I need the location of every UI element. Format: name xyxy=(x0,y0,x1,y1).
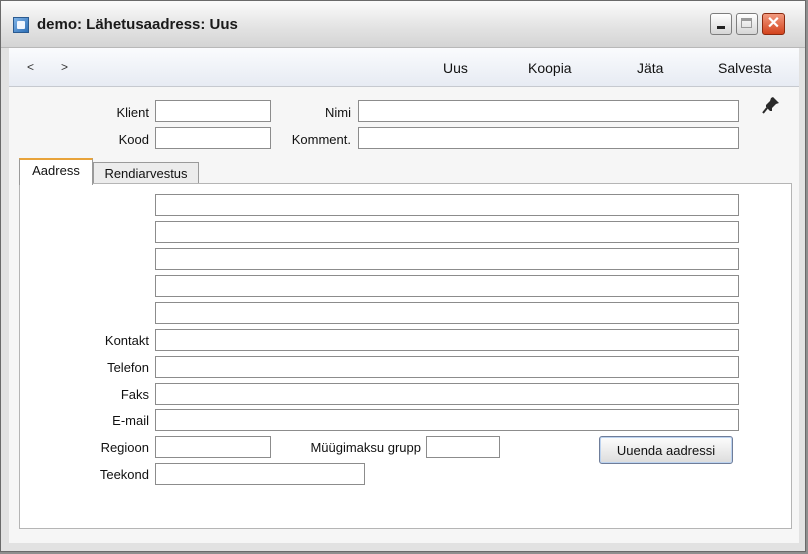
code-input[interactable] xyxy=(155,127,271,149)
client-input[interactable] xyxy=(155,100,271,122)
region-input[interactable] xyxy=(155,436,271,458)
fax-label: Faks xyxy=(120,387,149,402)
region-label: Regioon xyxy=(100,440,149,455)
comment-label: Komment. xyxy=(291,132,351,147)
minimize-button[interactable] xyxy=(710,13,732,35)
tab-address[interactable]: Aadress xyxy=(19,158,93,185)
pin-icon[interactable] xyxy=(761,95,781,115)
contact-label: Kontakt xyxy=(104,333,149,348)
close-button[interactable]: ✕ xyxy=(762,13,785,35)
email-label: E-mail xyxy=(112,413,149,428)
update-address-button[interactable]: Uuenda aadressi xyxy=(599,436,733,464)
address-line-1[interactable] xyxy=(155,194,739,216)
app-icon xyxy=(13,17,29,33)
toolbar: < > Uus Koopia Jäta Salvesta xyxy=(9,48,799,87)
phone-label: Telefon xyxy=(107,360,149,375)
address-line-4[interactable] xyxy=(155,275,739,297)
name-label: Nimi xyxy=(325,105,351,120)
client-label: Klient xyxy=(116,105,149,120)
minimize-icon xyxy=(717,26,725,29)
phone-input[interactable] xyxy=(155,356,739,378)
address-line-3[interactable] xyxy=(155,248,739,270)
comment-input[interactable] xyxy=(358,127,739,149)
leave-button[interactable]: Jäta xyxy=(637,60,663,76)
maximize-button[interactable] xyxy=(736,13,758,35)
close-icon: ✕ xyxy=(766,15,781,32)
form-area: Klient Nimi Kood Komment. Aadress Rendia… xyxy=(9,87,799,543)
address-line-5[interactable] xyxy=(155,302,739,324)
save-button[interactable]: Salvesta xyxy=(718,60,772,76)
sales-tax-group-label: Müügimaksu grupp xyxy=(310,440,421,455)
forward-button[interactable]: > xyxy=(61,60,68,74)
back-button[interactable]: < xyxy=(27,60,34,74)
title-bar: demo: Lähetusaadress: Uus ✕ xyxy=(1,1,805,48)
address-line-2[interactable] xyxy=(155,221,739,243)
contact-input[interactable] xyxy=(155,329,739,351)
name-input[interactable] xyxy=(358,100,739,122)
route-input[interactable] xyxy=(155,463,365,485)
copy-button[interactable]: Koopia xyxy=(528,60,572,76)
window-title: demo: Lähetusaadress: Uus xyxy=(37,16,238,33)
code-label: Kood xyxy=(118,132,149,147)
fax-input[interactable] xyxy=(155,383,739,405)
email-input[interactable] xyxy=(155,409,739,431)
maximize-icon xyxy=(741,18,752,28)
route-label: Teekond xyxy=(99,467,149,482)
new-button[interactable]: Uus xyxy=(443,60,468,76)
sales-tax-group-input[interactable] xyxy=(426,436,500,458)
tab-rent-calculation[interactable]: Rendiarvestus xyxy=(93,162,199,184)
window: demo: Lähetusaadress: Uus ✕ < > Uus Koop… xyxy=(0,0,806,552)
